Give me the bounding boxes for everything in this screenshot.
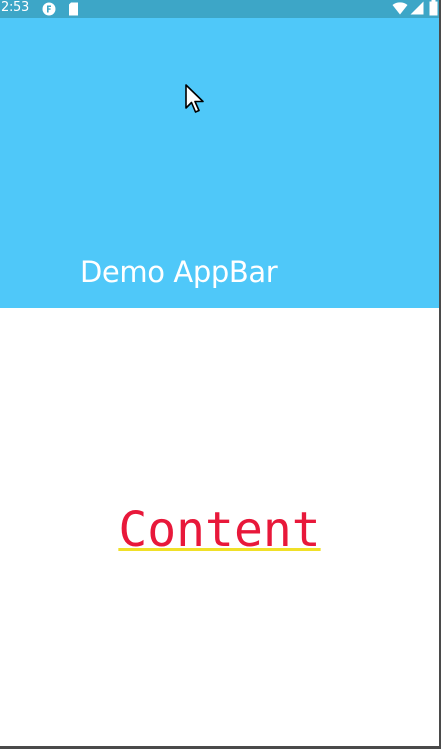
mouse-cursor-icon — [185, 84, 204, 113]
app-bar-title: Demo AppBar — [80, 255, 278, 289]
signal-icon — [410, 1, 424, 15]
sd-card-icon — [69, 2, 78, 16]
status-bar: 2:53 — [0, 0, 439, 18]
app-screen: 2:53 Demo AppBar Content — [0, 0, 439, 746]
battery-icon — [429, 0, 438, 16]
content-label: Content — [118, 502, 321, 558]
wifi-icon — [392, 2, 408, 15]
status-time: 2:53 — [1, 0, 29, 15]
content-text: Content — [0, 502, 439, 558]
content-area: Content — [0, 308, 439, 746]
app-bar: Demo AppBar — [0, 18, 439, 308]
notification-f-icon — [42, 2, 56, 16]
device-frame: 2:53 Demo AppBar Content — [0, 0, 441, 749]
